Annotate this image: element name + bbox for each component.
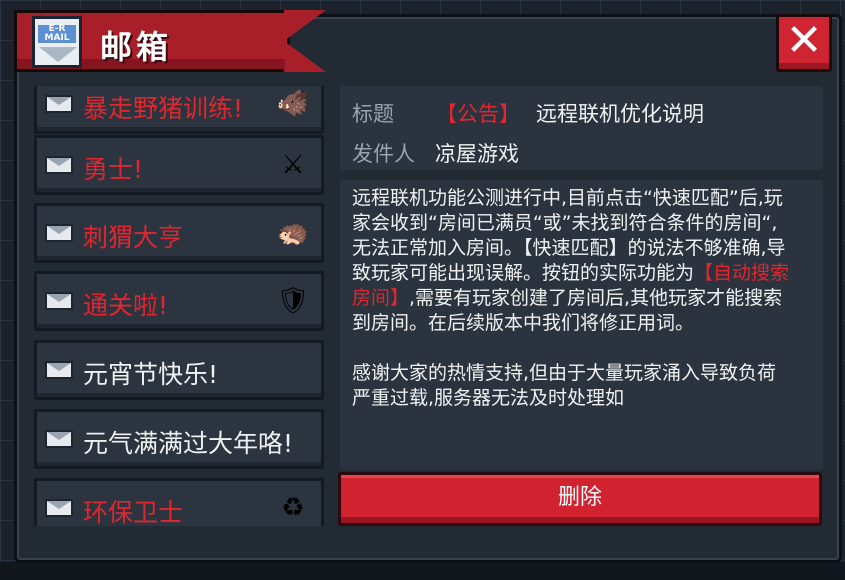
mail-item[interactable]: 环保卫士 ♻ (34, 478, 324, 526)
envelope-icon (45, 499, 73, 517)
mail-body: 远程联机功能公测进行中,目前点击“快速匹配”后,玩家会收到“房间已满员“或”未找… (352, 186, 792, 411)
subject-tag: 【公告】 (436, 102, 520, 126)
mail-item-label: 元气满满过大年咯! (83, 429, 294, 458)
envelope-icon (45, 430, 73, 448)
mail-item[interactable]: 勇士! ⚔ (34, 135, 324, 195)
delete-button[interactable]: 删除 (338, 472, 822, 526)
mail-item[interactable]: 元宵节快乐! (34, 340, 324, 400)
sender-name: 凉屋游戏 (435, 142, 519, 166)
mail-item-label: 环保卫士 (83, 498, 184, 526)
body-text-2: ,需要有玩家创建了房间后,其他玩家才能搜索到房间。在后续版本中我们将修正用词。 (352, 287, 783, 334)
envelope-icon (45, 156, 73, 174)
subject-label: 标题 (352, 102, 394, 126)
close-icon: ✕ (785, 15, 823, 66)
mail-content[interactable]: 远程联机功能公测进行中,目前点击“快速匹配”后,玩家会收到“房间已满员“或”未找… (340, 180, 823, 470)
envelope-icon (45, 224, 73, 242)
mail-item-label: 元宵节快乐! (83, 360, 219, 389)
reward-icon: ♻ (281, 493, 305, 523)
mail-item[interactable]: 暴走野猪训练! 🐗 (34, 86, 324, 134)
mail-icon-tag: E-R MAIL (38, 25, 76, 43)
envelope-icon (45, 95, 73, 113)
close-button[interactable]: ✕ (776, 14, 832, 72)
mail-item[interactable]: 通关啦! 🛡 (34, 271, 324, 331)
mail-item[interactable]: 刺猬大亨 🦔 (34, 203, 324, 263)
envelope-icon (45, 292, 73, 310)
reward-icon: 🦔 (276, 218, 310, 248)
reward-icon: 🐗 (276, 89, 310, 119)
mail-item-label: 暴走野猪训练! (83, 94, 244, 123)
bottom-strip (0, 562, 845, 580)
mail-item-label: 勇士! (83, 155, 144, 184)
mail-header: 标题 【公告】 远程联机优化说明 发件人 凉屋游戏 (340, 86, 823, 170)
reward-icon: ⚔ (281, 150, 305, 180)
mail-list[interactable]: 暴走野猪训练! 🐗 勇士! ⚔ 刺猬大亨 🦔 通关啦! 🛡 元宵节快乐! 元气满满过大年咯! 环保卫… (34, 86, 324, 526)
sender-label: 发件人 (352, 142, 415, 166)
reward-icon: 🛡 (276, 286, 310, 316)
page-title: 邮箱 (100, 28, 173, 66)
subject-text: 远程联机优化说明 (536, 102, 704, 126)
mail-item-label: 通关啦! (83, 291, 169, 320)
envelope-icon (45, 361, 73, 379)
mail-item[interactable]: 元气满满过大年咯! (34, 409, 324, 469)
title-ribbon: E-R MAIL 邮箱 (14, 10, 326, 72)
mail-item-label: 刺猬大亨 (83, 223, 184, 252)
body-text-3: 感谢大家的热情支持,但由于大量玩家涌入导致负荷严重过载,服务器无法及时处理如 (352, 362, 777, 409)
mailbox-icon: E-R MAIL (32, 16, 82, 68)
